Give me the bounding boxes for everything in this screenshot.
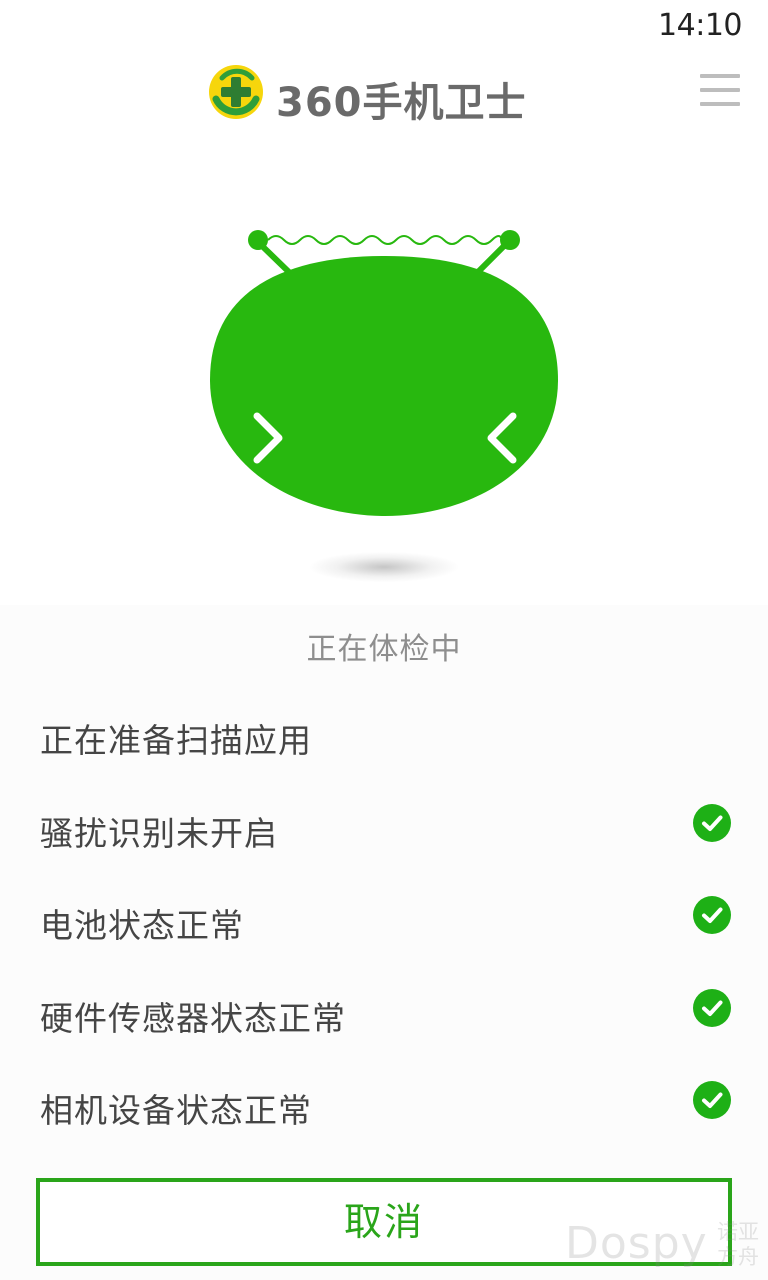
- check-item-harassment: 骚扰识别未开启: [0, 783, 768, 876]
- checkmark-circle-icon: [693, 896, 731, 934]
- status-bar-time: 14:10: [658, 8, 742, 43]
- check-item-label: 正在准备扫描应用: [40, 721, 312, 760]
- check-item-camera: 相机设备状态正常: [0, 1060, 768, 1153]
- 360-shield-plus-icon: [209, 65, 263, 119]
- checkmark-circle-icon: [693, 988, 731, 1027]
- brand-name: 360手机卫士: [276, 80, 527, 126]
- check-item-preparing-apps: 正在准备扫描应用: [0, 690, 768, 783]
- app-header: 360手机卫士: [0, 60, 768, 126]
- mascot-shadow: [310, 552, 458, 582]
- check-item-label: 相机设备状态正常: [40, 1091, 312, 1130]
- check-item-sensors: 硬件传感器状态正常: [0, 968, 768, 1061]
- check-item-battery: 电池状态正常: [0, 875, 768, 968]
- hamburger-menu-icon-bar: [700, 88, 740, 92]
- watermark-latin: Dospy: [565, 1218, 708, 1269]
- security-scan-screen: 14:10 360手机卫士 正在体检中 正在准备扫描应用 骚扰识别未开启 电池状…: [0, 0, 768, 1280]
- menu-button[interactable]: [698, 72, 742, 108]
- hamburger-menu-icon-bar: [700, 102, 740, 106]
- green-robot-mascot-icon: [210, 230, 558, 516]
- check-item-label: 电池状态正常: [40, 906, 244, 945]
- watermark-cjk: 诺亚方舟: [717, 1220, 759, 1269]
- hamburger-menu-icon: [700, 74, 740, 78]
- checkmark-circle-icon: [693, 1081, 731, 1119]
- watermark: Dospy 诺亚方舟: [565, 1218, 765, 1276]
- check-item-label: 骚扰识别未开启: [40, 813, 278, 853]
- check-item-label: 硬件传感器状态正常: [40, 998, 346, 1038]
- checkmark-circle-icon: [693, 803, 731, 842]
- scan-status-text: 正在体检中: [306, 632, 462, 667]
- check-list: 正在准备扫描应用 骚扰识别未开启 电池状态正常 硬件传感器状态正常 相机设备状态: [0, 690, 768, 1153]
